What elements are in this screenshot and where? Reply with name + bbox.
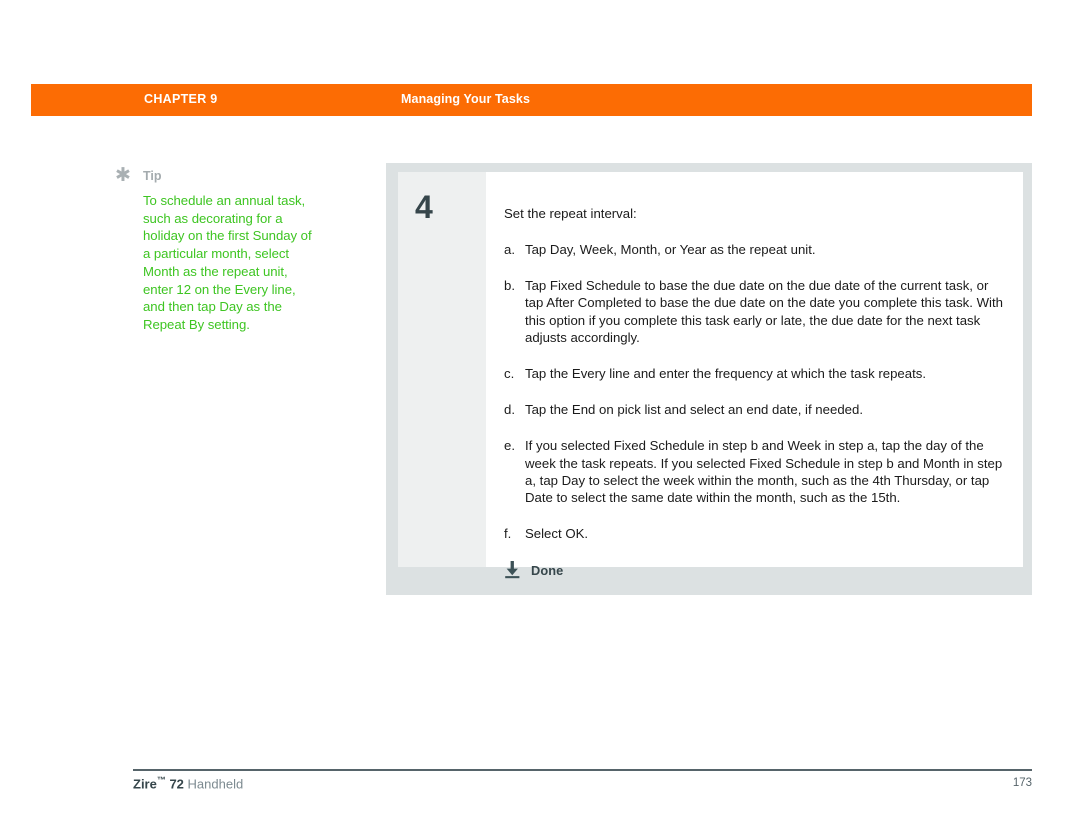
tip-label: Tip — [143, 169, 162, 183]
step-content: Set the repeat interval: a. Tap Day, Wee… — [486, 172, 1023, 579]
substep-text: Select OK. — [525, 526, 589, 542]
step-panel: 4 Set the repeat interval: a. Tap Day, W… — [386, 163, 1032, 595]
substep-text: Tap the End on pick list and select an e… — [525, 402, 863, 418]
substep-text: Tap the Every line and enter the frequen… — [525, 366, 926, 382]
footer-model: 72 — [165, 776, 184, 792]
chapter-label: CHAPTER 9 — [144, 92, 218, 106]
substep-d: d. Tap the End on pick list and select a… — [504, 401, 1003, 418]
step-intro-text: Set the repeat interval: — [504, 206, 637, 221]
substep-text: If you selected Fixed Schedule in step b… — [525, 438, 1003, 506]
step-number-gutter: 4 — [398, 172, 486, 567]
section-title: Managing Your Tasks — [401, 92, 531, 106]
footer-divider — [133, 769, 1032, 771]
done-label: Done — [531, 563, 564, 579]
substep-e: e. If you selected Fixed Schedule in ste… — [504, 437, 1003, 506]
substep-marker: c. — [504, 366, 515, 382]
substep-b: b. Tap Fixed Schedule to base the due da… — [504, 277, 1003, 346]
download-arrow-icon — [504, 561, 521, 579]
substep-marker: f. — [504, 526, 512, 542]
substep-text: Tap Day, Week, Month, or Year as the rep… — [525, 242, 816, 257]
chapter-header-bar: CHAPTER 9 Managing Your Tasks — [31, 84, 1032, 116]
tip-block: ✱ Tip To schedule an annual task, such a… — [115, 165, 315, 334]
substep-c: c. Tap the Every line and enter the freq… — [504, 365, 1003, 382]
step-number: 4 — [415, 189, 433, 225]
done-marker: Done — [504, 561, 1003, 583]
step-panel-inner: 4 Set the repeat interval: a. Tap Day, W… — [398, 172, 1023, 579]
tip-header: ✱ Tip — [115, 165, 315, 188]
footer-product: Handheld — [183, 776, 244, 792]
substep-marker: b. — [504, 278, 515, 294]
footer-product-line: Zire™ 72 Handheld — [133, 775, 243, 791]
tip-text: To schedule an annual task, such as deco… — [143, 193, 312, 332]
substep-f: f. Select OK. — [504, 525, 1003, 542]
footer-brand: Zire — [133, 776, 157, 792]
asterisk-icon: ✱ — [115, 165, 131, 186]
substep-marker: e. — [504, 438, 515, 454]
document-page: CHAPTER 9 Managing Your Tasks ✱ Tip To s… — [0, 0, 1080, 834]
substep-marker: d. — [504, 402, 515, 418]
trademark-symbol: ™ — [156, 775, 166, 785]
page-number: 173 — [1012, 777, 1032, 789]
substep-text: Tap Fixed Schedule to base the due date … — [525, 278, 1003, 345]
substep-marker: a. — [504, 242, 515, 257]
substep-a: a. Tap Day, Week, Month, or Year as the … — [504, 241, 1003, 258]
